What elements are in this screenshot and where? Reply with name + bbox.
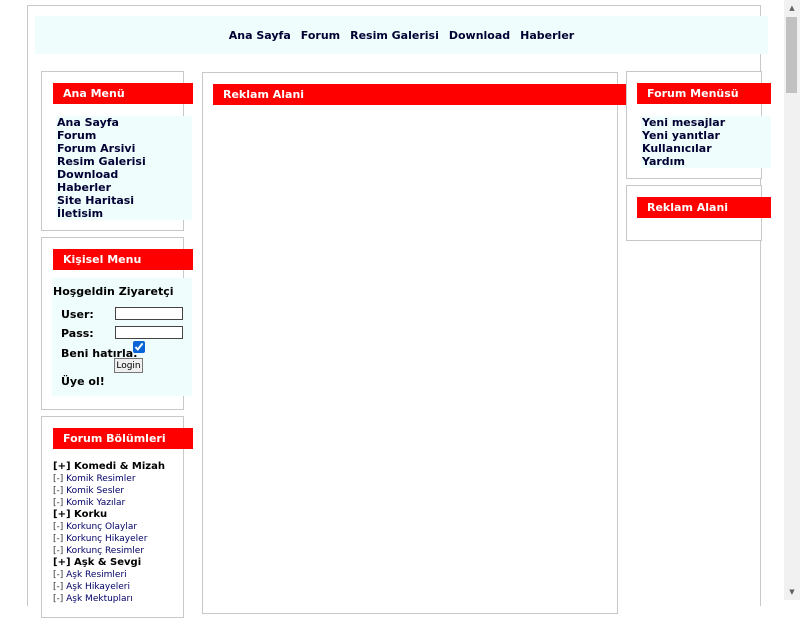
- topnav-forum[interactable]: Forum: [301, 29, 340, 42]
- scroll-up-icon[interactable]: ▲: [784, 0, 800, 16]
- register-link[interactable]: Üye ol!: [61, 375, 105, 388]
- forum-subitem-label: Korkunç Resimler: [66, 546, 145, 556]
- forum-subitem-label: Aşk Resimleri: [66, 570, 127, 580]
- welcome-text: Hoşgeldin Ziyaretçi: [53, 285, 174, 298]
- forum-bolumleri-title: Forum Bölümleri: [53, 428, 193, 449]
- pass-input[interactable]: [115, 326, 183, 339]
- forum-subitem-label: Komik Yazılar: [66, 498, 126, 508]
- forum-subitem[interactable]: [-] Komik Sesler: [53, 485, 193, 497]
- forum-category-komedi[interactable]: [+] Komedi & Mizah: [53, 461, 193, 473]
- forum-menu-kullanicilar[interactable]: Kullanıcılar: [641, 142, 771, 155]
- kisisel-menu-box: Kişisel Menu Hoşgeldin Ziyaretçi User: P…: [41, 237, 193, 410]
- forum-subitem[interactable]: [-] Korkunç Olaylar: [53, 521, 193, 533]
- center-ad-title: Reklam Alani: [213, 84, 626, 105]
- topnav-ana-sayfa[interactable]: Ana Sayfa: [229, 29, 291, 42]
- forum-subitem-label: Korkunç Hikayeler: [66, 534, 148, 544]
- login-button[interactable]: Login: [114, 358, 143, 373]
- kisisel-menu-title: Kişisel Menu: [53, 249, 193, 270]
- forum-sections-list: [+] Komedi & Mizah [-] Komik Resimler [-…: [53, 461, 193, 605]
- forum-subitem[interactable]: [-] Korkunç Hikayeler: [53, 533, 193, 545]
- forum-menu-yardim[interactable]: Yardım: [641, 155, 771, 168]
- pass-label: Pass:: [61, 327, 94, 340]
- menu-item-resim-galerisi[interactable]: Resim Galerisi: [56, 155, 192, 168]
- forum-menu-list: Yeni mesajlar Yeni yanıtlar Kullanıcılar…: [641, 116, 771, 168]
- forum-menu-yeni-yanitlar[interactable]: Yeni yanıtlar: [641, 129, 771, 142]
- forum-subitem[interactable]: [-] Aşk Resimleri: [53, 569, 193, 581]
- user-label: User:: [61, 308, 94, 321]
- scroll-thumb[interactable]: [786, 17, 797, 93]
- ana-menu-box: Ana Menü Ana Sayfa Forum Forum Arsivi Re…: [41, 71, 193, 231]
- top-navigation: Ana Sayfa Forum Resim Galerisi Download …: [35, 16, 768, 54]
- forum-subitem[interactable]: [-] Aşk Mektupları: [53, 593, 193, 605]
- topnav-resim-galerisi[interactable]: Resim Galerisi: [350, 29, 439, 42]
- forum-subitem[interactable]: [-] Aşk Hikayeleri: [53, 581, 193, 593]
- user-input[interactable]: [115, 307, 183, 320]
- forum-subitem-label: Aşk Mektupları: [66, 594, 133, 604]
- vertical-scrollbar[interactable]: ▲ ▼: [784, 0, 800, 600]
- ana-menu-title: Ana Menü: [53, 83, 193, 104]
- ana-menu-list: Ana Sayfa Forum Forum Arsivi Resim Galer…: [56, 116, 192, 220]
- forum-subitem[interactable]: [-] Komik Yazılar: [53, 497, 193, 509]
- login-panel: Hoşgeldin Ziyaretçi User: Pass: Beni hat…: [52, 278, 192, 396]
- topnav-haberler[interactable]: Haberler: [520, 29, 574, 42]
- remember-checkbox[interactable]: [133, 341, 145, 353]
- menu-item-forum-arsivi[interactable]: Forum Arsivi: [56, 142, 192, 155]
- menu-item-ana-sayfa[interactable]: Ana Sayfa: [56, 116, 192, 129]
- forum-subitem[interactable]: [-] Korkunç Resimler: [53, 545, 193, 557]
- forum-category-ask[interactable]: [+] Aşk & Sevgi: [53, 557, 193, 569]
- menu-item-haberler[interactable]: Haberler: [56, 181, 192, 194]
- page-container: Ana Sayfa Forum Resim Galerisi Download …: [27, 5, 771, 618]
- forum-subitem-label: Komik Resimler: [66, 474, 136, 484]
- menu-item-iletisim[interactable]: İletisim: [56, 207, 192, 220]
- forum-subitem-label: Aşk Hikayeleri: [66, 582, 130, 592]
- forum-menusu-box: Forum Menüsü Yeni mesajlar Yeni yanıtlar…: [626, 71, 771, 179]
- forum-subitem[interactable]: [-] Komik Resimler: [53, 473, 193, 485]
- right-ad-title: Reklam Alani: [637, 197, 771, 218]
- scroll-down-icon[interactable]: ▼: [784, 584, 800, 600]
- forum-menu-yeni-mesajlar[interactable]: Yeni mesajlar: [641, 116, 771, 129]
- forum-category-korku[interactable]: [+] Korku: [53, 509, 193, 521]
- menu-item-forum[interactable]: Forum: [56, 129, 192, 142]
- right-ad-box: Reklam Alani: [626, 185, 771, 241]
- forum-menusu-title: Forum Menüsü: [637, 83, 771, 104]
- forum-bolumleri-box: Forum Bölümleri [+] Komedi & Mizah [-] K…: [41, 416, 193, 618]
- topnav-download[interactable]: Download: [449, 29, 510, 42]
- forum-subitem-label: Korkunç Olaylar: [66, 522, 138, 532]
- menu-item-download[interactable]: Download: [56, 168, 192, 181]
- forum-subitem-label: Komik Sesler: [66, 486, 125, 496]
- menu-item-site-haritasi[interactable]: Site Haritasi: [56, 194, 192, 207]
- center-content-box: Reklam Alani: [202, 72, 626, 614]
